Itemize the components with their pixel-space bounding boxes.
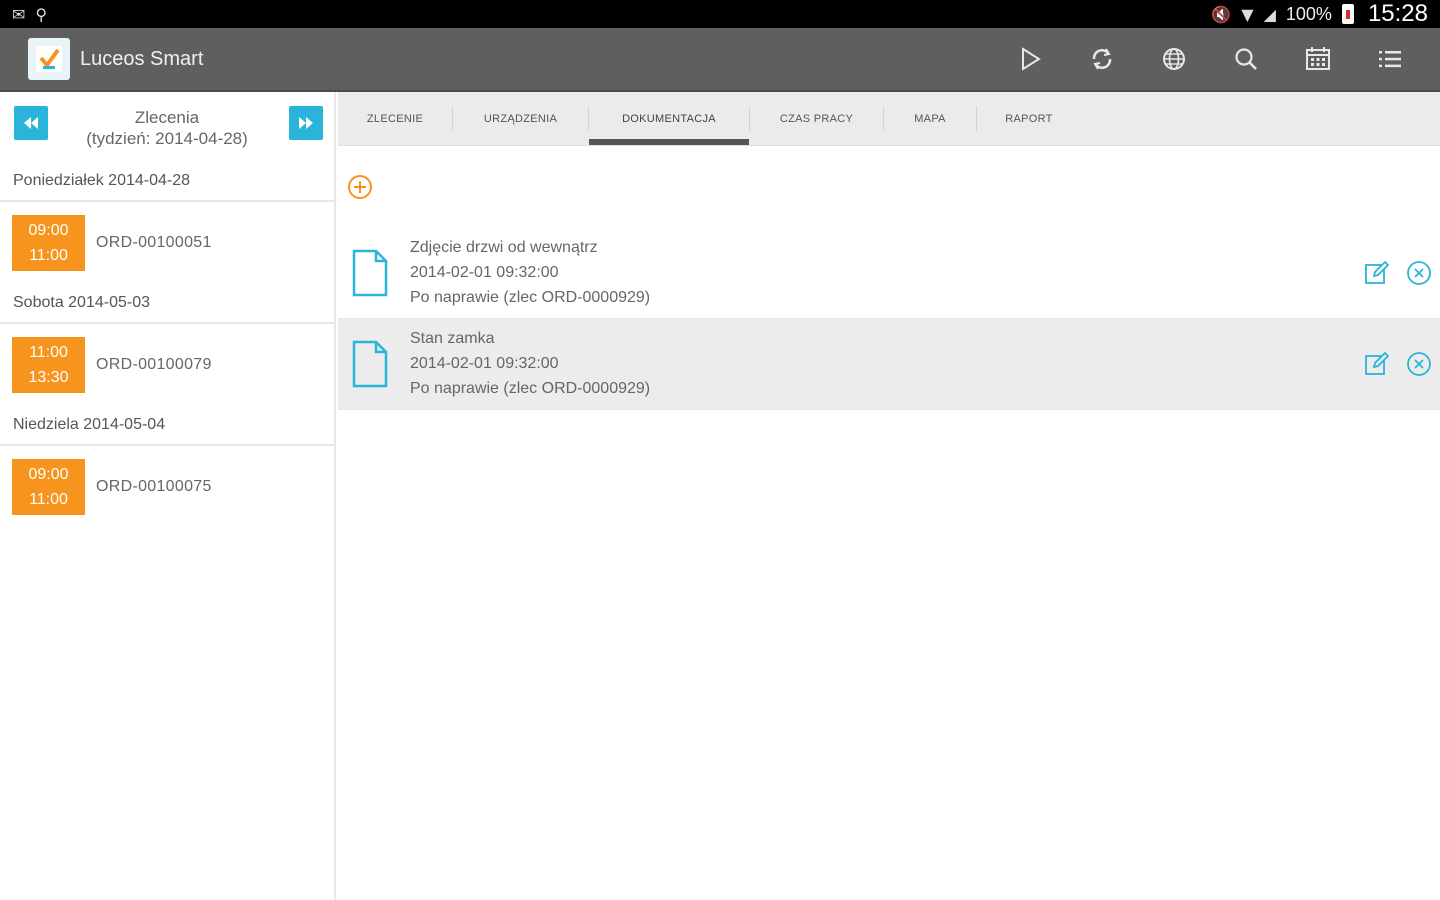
order-item[interactable]: 09:00 11:00 ORD-00100075 (0, 446, 334, 528)
mute-icon: 🔇 (1211, 4, 1232, 24)
day-header: Niedziela 2014-05-04 (0, 406, 334, 446)
globe-icon (1163, 48, 1185, 70)
order-time-badge: 11:00 13:30 (12, 337, 85, 393)
globe-button[interactable] (1138, 27, 1210, 91)
tab-dokumentacja[interactable]: DOKUMENTACJA (589, 92, 749, 145)
rewind-icon (24, 117, 38, 129)
order-time-badge: 09:00 11:00 (12, 459, 85, 515)
document-date: 2014-02-01 09:32:00 (410, 264, 559, 281)
search-button[interactable] (1210, 27, 1282, 91)
order-end-time: 13:30 (28, 368, 69, 386)
list-button[interactable] (1354, 27, 1426, 91)
battery-icon (1341, 4, 1354, 24)
clock: 15:28 (1367, 0, 1428, 27)
tab-czas-pracy[interactable]: CZAS PRACY (750, 92, 883, 145)
next-week-button[interactable] (289, 106, 323, 140)
search-icon (1235, 48, 1257, 70)
app-title: Luceos Smart (80, 47, 204, 70)
order-id: ORD-00100079 (96, 356, 212, 373)
order-item[interactable]: 11:00 13:30 ORD-00100079 (0, 324, 334, 406)
document-item[interactable]: Stan zamka 2014-02-01 09:32:00 Po napraw… (338, 319, 1440, 410)
previous-week-button[interactable] (14, 106, 48, 140)
delete-icon[interactable] (1406, 260, 1432, 286)
order-item[interactable]: 09:00 11:00 ORD-00100051 (0, 202, 334, 284)
document-note: Po naprawie (zlec ORD-0000929) (410, 380, 651, 397)
calendar-button[interactable] (1282, 27, 1354, 91)
status-bar: ✉ ⚲ 🔇 ▼ ◢ 100% 15:28 (0, 0, 1440, 28)
document-title: Stan zamka (410, 330, 495, 347)
add-circle-icon (348, 175, 372, 199)
orders-sidebar: Zlecenia (tydzień: 2014-04-28) Poniedzia… (0, 92, 336, 900)
order-detail-panel: ZLECENIE URZĄDZENIA DOKUMENTACJA CZAS PR… (338, 92, 1440, 900)
edit-icon[interactable] (1364, 260, 1390, 286)
wifi-icon: ▼ (1241, 4, 1254, 24)
battery-percent: 100% (1285, 3, 1332, 24)
week-navigator: Zlecenia (tydzień: 2014-04-28) (0, 92, 334, 162)
order-id: ORD-00100075 (96, 478, 212, 495)
tab-bar: ZLECENIE URZĄDZENIA DOKUMENTACJA CZAS PR… (338, 92, 1440, 146)
order-end-time: 11:00 (29, 246, 68, 264)
play-icon (1022, 47, 1041, 71)
sync-button[interactable] (1066, 27, 1138, 91)
day-header: Sobota 2014-05-03 (0, 284, 334, 324)
tab-zlecenie[interactable]: ZLECENIE (338, 92, 452, 145)
order-time-badge: 09:00 11:00 (12, 215, 85, 271)
document-item[interactable]: Zdjęcie drzwi od wewnątrz 2014-02-01 09:… (338, 228, 1440, 319)
document-icon (352, 340, 388, 388)
week-title: Zlecenia (134, 108, 200, 127)
tab-raport[interactable]: RAPORT (977, 92, 1081, 145)
action-bar: Luceos Smart (0, 28, 1440, 92)
add-document-button[interactable] (346, 173, 374, 201)
app-logo-icon[interactable] (28, 38, 70, 80)
mail-icon: ✉ (12, 4, 26, 24)
play-button[interactable] (994, 27, 1066, 91)
sync-icon (1092, 48, 1112, 70)
order-end-time: 11:00 (29, 490, 68, 508)
document-note: Po naprawie (zlec ORD-0000929) (410, 289, 651, 306)
day-header: Poniedziałek 2014-04-28 (0, 162, 334, 202)
add-row (338, 146, 1440, 228)
week-subtitle: (tydzień: 2014-04-28) (86, 129, 248, 148)
calendar-icon (1306, 47, 1330, 70)
order-id: ORD-00100051 (96, 234, 212, 251)
document-title: Zdjęcie drzwi od wewnątrz (410, 239, 598, 256)
signal-icon: ◢ (1263, 4, 1276, 24)
document-icon (352, 249, 388, 297)
order-start-time: 09:00 (28, 465, 69, 483)
tab-urzadzenia[interactable]: URZĄDZENIA (453, 92, 588, 145)
fast-forward-icon (299, 117, 313, 129)
usb-icon: ⚲ (35, 4, 48, 24)
list-icon (1379, 51, 1401, 68)
document-date: 2014-02-01 09:32:00 (410, 355, 559, 372)
order-start-time: 09:00 (28, 221, 69, 239)
order-start-time: 11:00 (29, 343, 68, 361)
delete-icon[interactable] (1406, 351, 1432, 377)
edit-icon[interactable] (1364, 351, 1390, 377)
tab-mapa[interactable]: MAPA (884, 92, 976, 145)
